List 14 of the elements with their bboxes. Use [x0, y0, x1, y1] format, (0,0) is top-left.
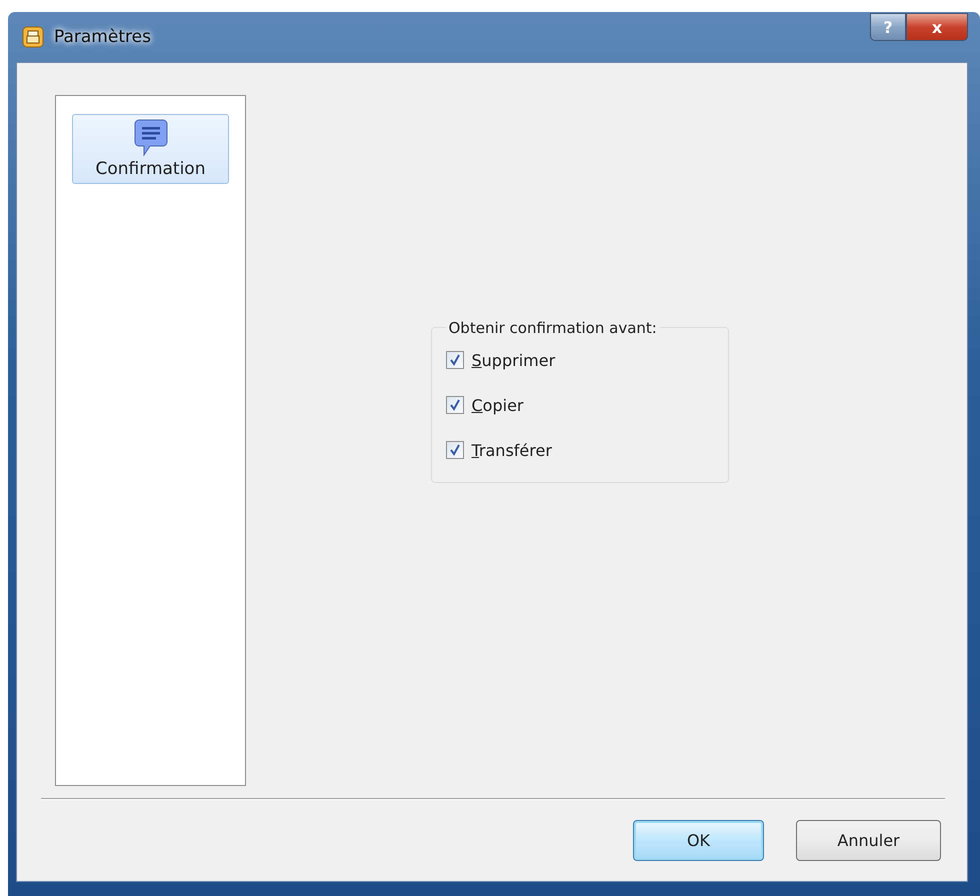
group-label: Obtenir confirmation avant:	[448, 318, 658, 336]
checkbox-label: Supprimer	[472, 350, 556, 370]
window-title: Paramètres	[54, 27, 152, 47]
checkbox-label: Copier	[472, 396, 524, 414]
checkbox-label: Transférer	[472, 440, 552, 460]
speech-bubble-icon	[134, 119, 168, 157]
ok-button[interactable]: OK	[633, 820, 764, 861]
checkbox[interactable]	[446, 396, 464, 414]
checkbox[interactable]	[446, 351, 464, 369]
app-icon	[22, 26, 44, 48]
checkbox[interactable]	[446, 441, 464, 459]
close-button[interactable]: x	[906, 13, 968, 41]
cancel-button[interactable]: Annuler	[796, 820, 941, 861]
category-item[interactable]: Confirmation	[72, 114, 229, 184]
